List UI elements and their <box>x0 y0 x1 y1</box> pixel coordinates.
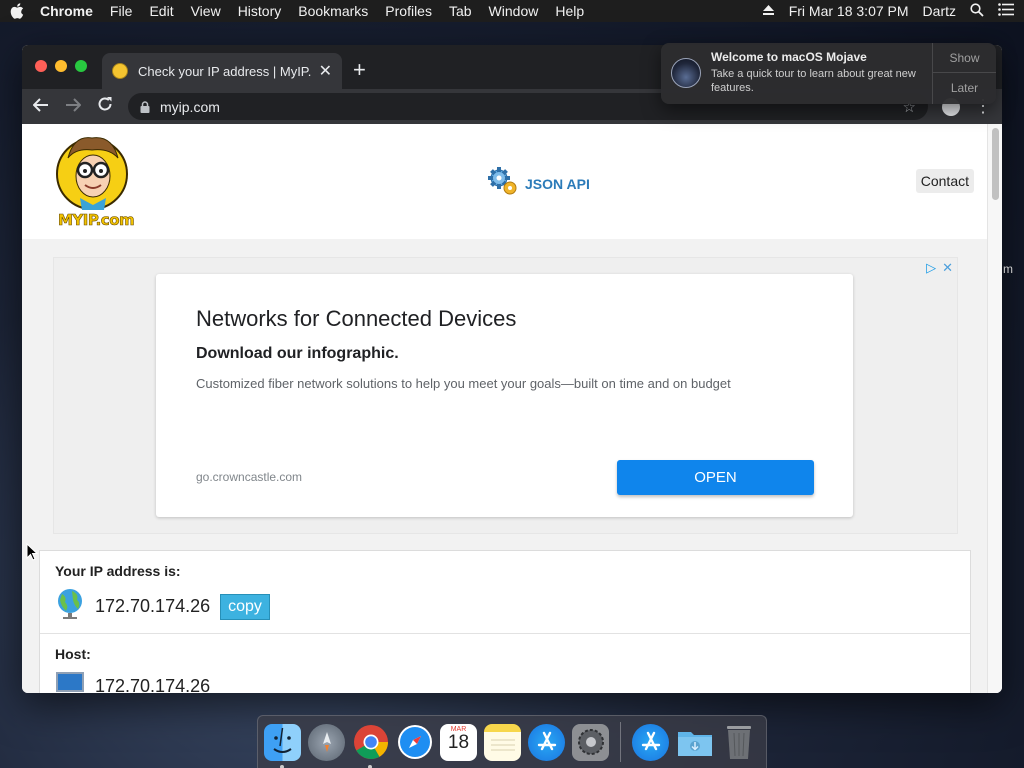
ad-open-button[interactable]: OPEN <box>617 460 814 495</box>
background-window-edge-text: m <box>1003 262 1013 276</box>
address-url: myip.com <box>160 98 220 115</box>
host-value: 172.70.174.26 <box>95 676 211 693</box>
page-viewport: MYIP.com JSON API Contact ▷ ✕ Networks f… <box>22 124 1002 693</box>
json-api-link[interactable]: JSON API <box>487 165 590 202</box>
dock-separator <box>620 722 621 762</box>
menu-view[interactable]: View <box>191 3 221 19</box>
finder-icon[interactable] <box>264 723 301 768</box>
logo-text: MYIP.com <box>58 211 135 230</box>
notification-show-button[interactable]: Show <box>933 43 996 73</box>
notification-title: Welcome to macOS Mojave <box>711 50 867 64</box>
menu-file[interactable]: File <box>110 3 133 19</box>
zoom-window-button[interactable] <box>75 60 87 72</box>
monitor-icon <box>55 671 85 693</box>
myip-logo[interactable]: MYIP.com <box>54 130 135 230</box>
forward-arrow-icon[interactable] <box>64 96 82 117</box>
ad-url: go.crowncastle.com <box>196 470 303 484</box>
notification-center-icon[interactable] <box>998 3 1014 19</box>
downloads-folder-icon[interactable] <box>676 724 713 761</box>
apple-icon[interactable] <box>10 3 26 19</box>
host-label: Host: <box>55 646 91 662</box>
ip-address-row: 172.70.174.26 copy <box>55 588 955 625</box>
reload-icon[interactable] <box>96 96 114 117</box>
finder-running-dot <box>280 764 284 768</box>
notes-icon[interactable] <box>484 723 521 761</box>
json-api-label: JSON API <box>525 175 590 192</box>
host-section: Host: 172.70.174.26 <box>40 634 970 693</box>
calendar-day: 18 <box>447 731 470 753</box>
close-tab-icon[interactable]: ✕ <box>319 61 332 81</box>
scrollbar-thumb[interactable] <box>992 128 999 200</box>
eject-icon[interactable] <box>762 3 775 19</box>
menu-edit[interactable]: Edit <box>149 3 173 19</box>
app-store-downloads-icon[interactable] <box>632 723 669 761</box>
menu-profiles[interactable]: Profiles <box>385 3 432 19</box>
ad-container: ▷ ✕ Networks for Connected Devices Downl… <box>53 257 958 534</box>
safari-icon[interactable] <box>396 724 433 761</box>
ad-title: Networks for Connected Devices <box>196 306 517 331</box>
chrome-icon[interactable] <box>352 724 389 768</box>
menu-help[interactable]: Help <box>555 3 584 19</box>
ad-body: Customized fiber network solutions to he… <box>196 376 731 391</box>
ad-card[interactable]: Networks for Connected Devices Download … <box>156 274 853 517</box>
ip-address-label: Your IP address is: <box>55 563 181 579</box>
menu-tab[interactable]: Tab <box>449 3 472 19</box>
chrome-window: Check your IP address | MyIP.c ✕ + myip.… <box>22 45 1002 693</box>
close-window-button[interactable] <box>35 60 47 72</box>
menu-bar: Chrome File Edit View History Bookmarks … <box>0 0 1024 22</box>
ip-address-value: 172.70.174.26 <box>95 596 211 616</box>
launchpad-icon[interactable] <box>308 723 345 761</box>
window-controls <box>35 60 87 72</box>
notification-later-button[interactable]: Later <box>933 73 996 103</box>
calendar-icon[interactable]: MAR 18 <box>440 723 477 761</box>
new-tab-icon[interactable]: + <box>353 57 366 83</box>
notification-body: Take a quick tour to learn about great n… <box>711 68 916 94</box>
notification-actions: Show Later <box>932 43 996 104</box>
menubar-user[interactable]: Dartz <box>923 3 956 19</box>
host-row: 172.70.174.26 <box>55 671 955 693</box>
myip-favicon-icon <box>112 63 128 79</box>
system-preferences-icon[interactable] <box>572 723 609 761</box>
adchoices-play-icon[interactable]: ▷ <box>926 260 936 276</box>
macos-mojave-icon <box>671 58 701 88</box>
trash-icon[interactable] <box>720 724 757 761</box>
menu-window[interactable]: Window <box>489 3 539 19</box>
ad-choices[interactable]: ▷ ✕ <box>926 260 953 276</box>
menu-history[interactable]: History <box>238 3 282 19</box>
tab-myip[interactable]: Check your IP address | MyIP.c ✕ <box>102 53 342 89</box>
back-arrow-icon[interactable] <box>32 96 50 117</box>
page-scrollbar[interactable] <box>987 124 1002 693</box>
mouse-pointer-icon <box>26 542 39 566</box>
spotlight-search-icon[interactable] <box>970 2 984 20</box>
minimize-window-button[interactable] <box>55 60 67 72</box>
ad-close-icon[interactable]: ✕ <box>942 260 953 276</box>
gears-icon <box>487 165 519 202</box>
ip-address-section: Your IP address is: 172.70.174.26 copy <box>40 551 970 634</box>
site-header: MYIP.com JSON API Contact <box>22 124 1002 239</box>
menu-bookmarks[interactable]: Bookmarks <box>298 3 368 19</box>
dock: MAR 18 <box>257 715 767 768</box>
copy-ip-button[interactable]: copy <box>220 593 270 620</box>
app-store-icon[interactable] <box>528 723 565 761</box>
lock-icon[interactable] <box>140 100 150 113</box>
ip-info-card: Your IP address is: 172.70.174.26 copy H… <box>39 550 971 693</box>
contact-button[interactable]: Contact <box>915 169 974 193</box>
tab-title: Check your IP address | MyIP.c <box>138 63 311 79</box>
chrome-running-dot <box>368 764 372 768</box>
globe-icon <box>55 588 85 625</box>
menu-app-chrome[interactable]: Chrome <box>40 3 93 19</box>
ad-subtitle: Download our infographic. <box>196 345 399 362</box>
mojave-notification[interactable]: Welcome to macOS Mojave Take a quick tou… <box>661 43 996 104</box>
menubar-clock[interactable]: Fri Mar 18 3:07 PM <box>789 3 909 19</box>
